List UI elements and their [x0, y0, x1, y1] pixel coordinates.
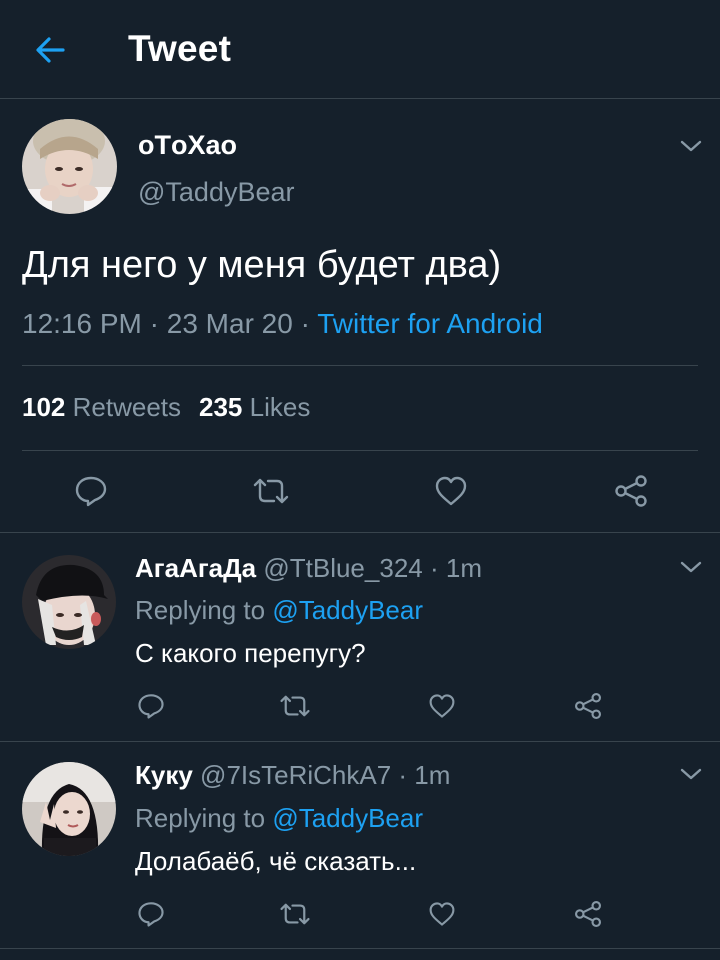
share-icon: [615, 475, 647, 507]
reply-avatar[interactable]: [22, 762, 116, 856]
share-button[interactable]: [571, 896, 605, 932]
reply-display-name[interactable]: АгаАгаДа: [135, 553, 256, 583]
comment-icon: [138, 694, 164, 719]
chevron-down-icon[interactable]: [678, 764, 704, 784]
like-button[interactable]: [428, 468, 474, 514]
heart-icon: [429, 694, 455, 718]
reply-author-line: АгаАгаДа @TtBlue_324 · 1m: [135, 553, 482, 583]
reply-text: Долабаёб, чё сказать...: [135, 846, 417, 876]
replying-to-line: Replying to @TaddyBear: [135, 803, 423, 834]
chevron-down-icon[interactable]: [678, 557, 704, 577]
divider: [0, 948, 720, 949]
retweet-icon: [253, 478, 289, 504]
replying-to-line: Replying to @TaddyBear: [135, 595, 423, 626]
author-display-name[interactable]: ᴏTᴏXaᴏ: [138, 130, 237, 161]
retweet-button[interactable]: [278, 896, 312, 932]
back-button[interactable]: [26, 26, 74, 74]
share-button[interactable]: [571, 688, 605, 724]
heart-icon: [429, 902, 455, 926]
share-button[interactable]: [608, 468, 654, 514]
comment-icon: [75, 476, 107, 507]
reply-time: 1m: [414, 760, 451, 790]
replying-to-mention[interactable]: @TaddyBear: [272, 595, 423, 625]
chevron-down-icon[interactable]: [678, 136, 704, 156]
divider: [0, 741, 720, 742]
author-handle[interactable]: @TaddyBear: [138, 177, 295, 208]
author-avatar[interactable]: [22, 119, 117, 214]
replying-to-label: Replying to: [135, 803, 266, 833]
likes-stat[interactable]: 235 Likes: [199, 392, 310, 422]
reply-time: 1m: [445, 553, 482, 583]
reply-button[interactable]: [134, 896, 168, 932]
reply-handle[interactable]: @7IsTeRiChkA7: [200, 760, 391, 790]
tweet-stats: 102 Retweets 235 Likes: [22, 392, 310, 423]
replying-to-mention[interactable]: @TaddyBear: [272, 803, 423, 833]
reply-handle[interactable]: @TtBlue_324: [263, 553, 422, 583]
tweet-text: Для него у меня будет два): [22, 244, 502, 286]
retweet-icon: [280, 695, 310, 717]
reply-display-name[interactable]: Куку: [135, 760, 193, 790]
divider: [22, 450, 698, 451]
retweet-button[interactable]: [278, 688, 312, 724]
meta-separator: ·: [292, 308, 318, 339]
like-button[interactable]: [425, 688, 459, 724]
reply-author-line: Куку @7IsTeRiChkA7 · 1m: [135, 760, 451, 790]
retweets-stat[interactable]: 102 Retweets: [22, 392, 181, 422]
tweet-time: 12:16 PM: [22, 308, 142, 339]
retweet-button[interactable]: [248, 468, 294, 514]
meta-separator: ·: [141, 308, 167, 339]
share-icon: [574, 900, 602, 928]
divider: [0, 532, 720, 533]
retweet-icon: [280, 903, 310, 925]
top-app-bar: Tweet: [0, 0, 720, 99]
likes-label: Likes: [249, 392, 311, 422]
reply-avatar[interactable]: [22, 555, 116, 649]
heart-icon: [435, 476, 467, 506]
tweet-date: 23 Mar 20: [166, 308, 293, 339]
reply-button[interactable]: [134, 688, 168, 724]
retweets-label: Retweets: [72, 392, 182, 422]
tweet-metadata: 12:16 PM · 23 Mar 20 · Twitter for Andro…: [22, 308, 543, 340]
tweet-detail-screen: Tweet ᴏTᴏXaᴏ @TaddyBear Для него у меня …: [0, 0, 720, 960]
replying-to-label: Replying to: [135, 595, 266, 625]
likes-count: 235: [199, 392, 243, 422]
page-title: Tweet: [128, 28, 232, 69]
arrow-left-icon: [36, 37, 65, 63]
retweets-count: 102: [22, 392, 66, 422]
share-icon: [574, 692, 602, 720]
like-button[interactable]: [425, 896, 459, 932]
tweet-source-link[interactable]: Twitter for Android: [317, 308, 543, 339]
reply-button[interactable]: [68, 468, 114, 514]
divider: [22, 365, 698, 366]
comment-icon: [138, 902, 164, 927]
reply-text: С какого перепугу?: [135, 638, 366, 668]
